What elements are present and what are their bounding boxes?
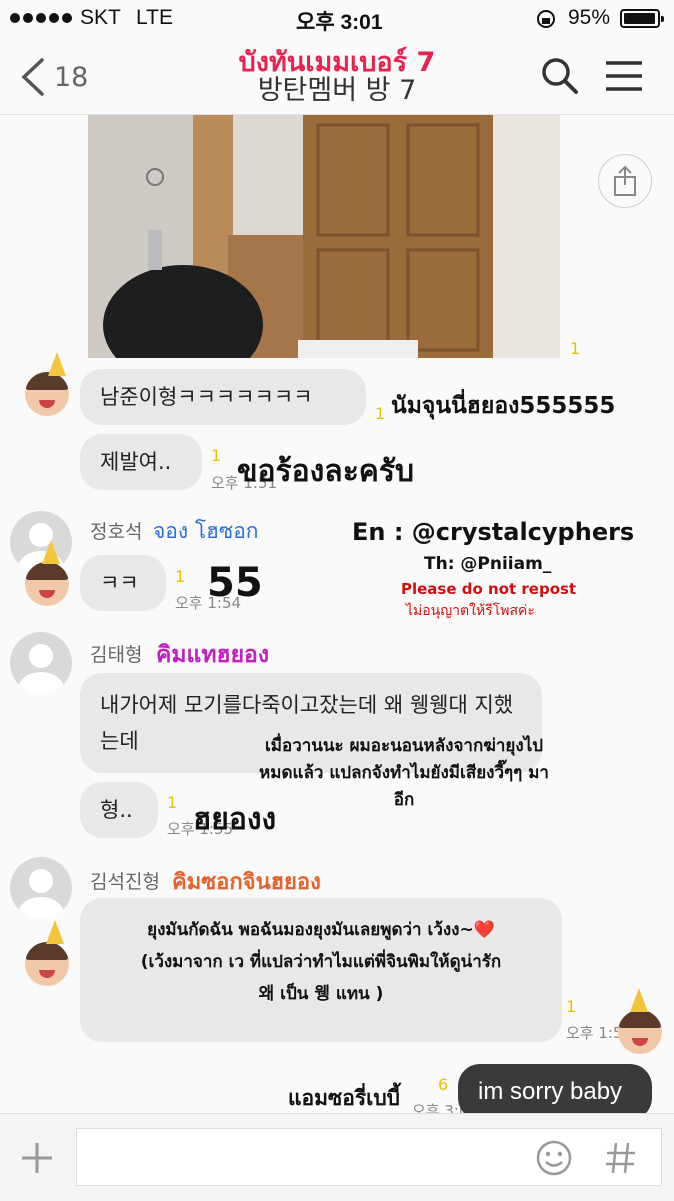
unread-count: 1: [566, 997, 577, 1016]
menu-icon[interactable]: [604, 60, 644, 92]
unread-count: 1: [375, 404, 386, 423]
sender-name-translation: จอง โฮซอก: [153, 519, 259, 543]
battery-percent: 95%: [568, 6, 611, 29]
unread-count: 1: [175, 567, 186, 586]
party-hat-icon: [630, 988, 648, 1012]
translator-credit-en: En : @crystalcyphers: [352, 518, 635, 546]
unread-count: 1: [211, 446, 222, 465]
battery-icon: [620, 9, 664, 28]
no-repost-notice-th: ไม่อนุญาตให้รีโพสค่ะ: [406, 603, 535, 619]
clock: 오후 3:01: [296, 11, 383, 34]
network-type: LTE: [136, 6, 173, 29]
party-hat-icon: [48, 352, 66, 376]
message-bubble[interactable]: ㅋㅋ: [80, 555, 166, 611]
party-hat-icon: [46, 920, 64, 944]
avatar[interactable]: [10, 632, 72, 694]
message-input[interactable]: [76, 1128, 662, 1186]
hashtag-icon[interactable]: [604, 1140, 638, 1176]
sender-name: 김태형: [90, 644, 143, 666]
avatar[interactable]: [25, 372, 69, 416]
share-icon: [614, 165, 636, 196]
chat-header: บังทันเมมเบอร์ 7 18 방탄멤버 방 7: [0, 38, 674, 115]
signal-icon: [10, 13, 72, 23]
translation-text: ฮยองง: [193, 802, 277, 837]
message-time: 오후 1:5: [566, 1024, 623, 1042]
sender-name: 정호석: [90, 521, 143, 543]
party-hat-icon: [42, 540, 60, 564]
sender-name: 김석진형: [90, 871, 160, 893]
translation-text: ขอร้องละครับ: [237, 454, 415, 489]
translator-credit-th: Th: @Pniiam_: [424, 554, 552, 574]
avatar[interactable]: [618, 1010, 662, 1054]
translation-text: แอมซอรี่เบบี้: [288, 1086, 400, 1110]
photo-message[interactable]: [88, 115, 560, 358]
message-bubble[interactable]: 제발여..: [80, 434, 202, 490]
sender-name-translation: คิมแทฮยอง: [156, 642, 270, 668]
sender-name-translation: คิมซอกจินฮยอง: [172, 870, 321, 895]
translation-text: 55: [207, 560, 263, 606]
message-bubble[interactable]: 남준이형ㅋㅋㅋㅋㅋㅋㅋ: [80, 369, 366, 425]
unread-count: 6: [438, 1075, 449, 1094]
translation-line: 왜 เป็น 웽 แทน ): [258, 984, 384, 1004]
unread-count: 1: [570, 339, 581, 358]
translation-line: ยุงมันกัดฉัน พอฉันมองยุงมันเลยพูดว่า เว้…: [147, 920, 495, 940]
my-message-bubble[interactable]: im sorry baby: [458, 1064, 652, 1120]
message-bubble[interactable]: 형..: [80, 782, 158, 838]
room-photo: [88, 115, 560, 358]
translation-text: นัมจุนนี่ฮยอง555555: [391, 393, 616, 419]
avatar[interactable]: [25, 562, 69, 606]
plus-icon[interactable]: [20, 1141, 54, 1175]
avatar[interactable]: [10, 857, 72, 919]
translation-text: เมื่อวานนะ ผมอะนอนหลังจากฆ่ายุงไปหมดแล้ว…: [259, 736, 549, 810]
status-bar: SKT LTE 오후 3:01 95%: [0, 0, 674, 38]
avatar[interactable]: [25, 942, 69, 986]
unread-count: 1: [167, 793, 178, 812]
emoji-icon[interactable]: [534, 1138, 574, 1178]
share-button[interactable]: [598, 154, 652, 208]
search-icon[interactable]: [540, 56, 580, 96]
input-bar: [0, 1113, 674, 1201]
carrier: SKT: [80, 6, 121, 29]
rotation-lock-icon: [537, 10, 555, 28]
translation-line: (เว้งมาจาก เว ที่แปลว่าทำไมแต่พี่จินพิมใ…: [140, 952, 502, 972]
message-bubble[interactable]: ยุงมันกัดฉัน พอฉันมองยุงมันเลยพูดว่า เว้…: [80, 898, 562, 1042]
no-repost-notice: Please do not repost: [401, 580, 577, 598]
